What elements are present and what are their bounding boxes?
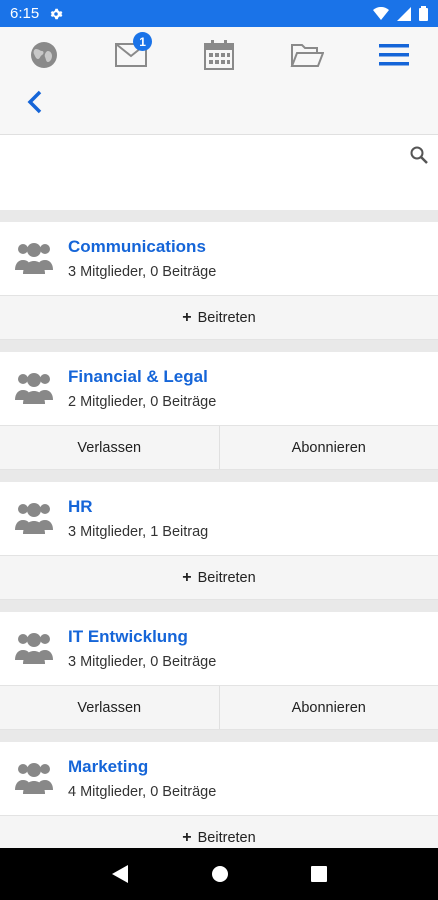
group-stats: 3 Mitglieder, 0 Beiträge	[68, 654, 217, 670]
group-header[interactable]: Communications 3 Mitglieder, 0 Beiträge	[0, 222, 438, 295]
group-card: Communications 3 Mitglieder, 0 Beiträge …	[0, 222, 438, 340]
group-name[interactable]: HR	[68, 497, 93, 517]
nav-globe[interactable]	[0, 35, 88, 75]
join-button[interactable]: + Beitreten	[0, 556, 438, 599]
group-card: HR 3 Mitglieder, 1 Beitrag + Beitreten	[0, 482, 438, 600]
join-label: Beitreten	[197, 309, 256, 326]
group-list: Communications 3 Mitglieder, 0 Beiträge …	[0, 210, 438, 860]
calendar-icon	[203, 40, 234, 70]
message-count-badge: 1	[133, 32, 153, 51]
subscribe-button[interactable]: Abonnieren	[218, 686, 438, 729]
join-label: Beitreten	[197, 569, 256, 586]
subscribe-button[interactable]: Abonnieren	[218, 426, 438, 469]
wifi-icon	[373, 6, 389, 20]
group-icon	[15, 763, 53, 794]
group-icon	[15, 373, 53, 404]
group-name[interactable]: Marketing	[68, 757, 148, 777]
nav-menu[interactable]	[350, 35, 438, 75]
join-label: Beitreten	[197, 829, 256, 846]
battery-icon	[419, 6, 428, 21]
folder-open-icon	[290, 44, 324, 67]
plus-icon: +	[182, 308, 192, 326]
group-stats: 3 Mitglieder, 0 Beiträge	[68, 264, 217, 280]
group-actions: Verlassen Abonnieren	[0, 425, 438, 470]
home-circle-icon[interactable]	[211, 865, 229, 883]
group-name[interactable]: Financial & Legal	[68, 367, 208, 387]
group-icon	[15, 503, 53, 534]
signal-icon	[397, 6, 411, 21]
system-navigation-bar	[0, 848, 438, 900]
nav-messages[interactable]: 1	[88, 32, 176, 75]
plus-icon: +	[182, 828, 192, 846]
group-header[interactable]: Marketing 4 Mitglieder, 0 Beiträge	[0, 742, 438, 815]
group-stats: 4 Mitglieder, 0 Beiträge	[68, 784, 217, 800]
group-stats: 3 Mitglieder, 1 Beitrag	[68, 524, 209, 540]
nav-files[interactable]	[263, 35, 351, 75]
group-header[interactable]: Financial & Legal 2 Mitglieder, 0 Beiträ…	[0, 352, 438, 425]
group-name[interactable]: IT Entwicklung	[68, 627, 188, 647]
group-card: Financial & Legal 2 Mitglieder, 0 Beiträ…	[0, 352, 438, 470]
group-header[interactable]: HR 3 Mitglieder, 1 Beitrag	[0, 482, 438, 555]
group-actions: Verlassen Abonnieren	[0, 685, 438, 730]
recents-square-icon[interactable]	[311, 866, 327, 882]
group-header[interactable]: IT Entwicklung 3 Mitglieder, 0 Beiträge	[0, 612, 438, 685]
status-time: 6:15	[10, 5, 40, 22]
plus-icon: +	[182, 568, 192, 586]
group-actions: + Beitreten	[0, 295, 438, 340]
group-stats: 2 Mitglieder, 0 Beiträge	[68, 394, 217, 410]
settings-icon	[50, 8, 63, 19]
group-card: Marketing 4 Mitglieder, 0 Beiträge + Beit…	[0, 742, 438, 860]
leave-button[interactable]: Verlassen	[0, 426, 219, 469]
search-bar[interactable]	[0, 135, 438, 210]
chevron-left-icon	[27, 90, 42, 114]
hamburger-menu-icon	[379, 44, 410, 66]
nav-calendar[interactable]	[175, 35, 263, 75]
group-actions: + Beitreten	[0, 555, 438, 600]
search-icon[interactable]	[410, 146, 428, 164]
back-button[interactable]	[22, 89, 48, 115]
group-icon	[15, 243, 53, 274]
group-name[interactable]: Communications	[68, 237, 206, 257]
globe-icon	[30, 42, 57, 68]
leave-button[interactable]: Verlassen	[0, 686, 219, 729]
join-button[interactable]: + Beitreten	[0, 296, 438, 339]
status-bar: 6:15	[0, 0, 438, 27]
top-navigation: 1	[0, 27, 438, 135]
group-card: IT Entwicklung 3 Mitglieder, 0 Beiträge …	[0, 612, 438, 730]
group-icon	[15, 633, 53, 664]
back-triangle-icon[interactable]	[111, 864, 129, 884]
